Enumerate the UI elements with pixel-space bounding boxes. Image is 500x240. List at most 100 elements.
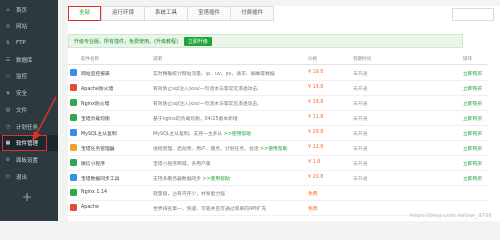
upgrade-button[interactable]: 立即升级 xyxy=(183,36,212,46)
tab-bt-plugins[interactable]: 宝塔插件 xyxy=(187,6,231,21)
plugin-price: ¥ 29.8 xyxy=(308,175,324,180)
buy-link[interactable]: 立即购买 xyxy=(463,160,482,167)
sidebar-item-label: 网站 xyxy=(16,24,28,30)
plugin-price: ¥ 12.8 xyxy=(308,145,324,150)
plugin-expire: 未开通 xyxy=(353,102,368,107)
sidebar-item-website[interactable]: ◎ 网站 xyxy=(0,18,58,34)
sidebar-item-label: 安全 xyxy=(16,91,28,97)
main-content: 全部 运行环境 系统工具 宝塔插件 付费插件 升级专业版，所有插件，免费使用。(… xyxy=(58,0,500,221)
watermark: https://blog.csdn.net/wr_3736 xyxy=(409,213,492,219)
plugin-desc: 实时精确统计网站流量、ip、uv、pv、请求、蜘蛛等数据 xyxy=(153,72,275,77)
sidebar-item-settings[interactable]: ⚙ 面板设置 xyxy=(0,152,58,168)
plugin-expire: 未开通 xyxy=(353,87,368,92)
buy-link[interactable]: 立即购买 xyxy=(463,85,482,92)
plugin-expire: 未开通 xyxy=(353,72,368,77)
sidebar-item-logout[interactable]: ⏻ 退出 xyxy=(0,169,58,185)
table-row: 宝塔数据同步工具 支持多服务器数据同步 >>使用帮助 ¥ 29.8 未开通 立即购买 xyxy=(68,171,488,186)
table-row: 网站监控报表 实时精确统计网站流量、ip、uv、pv、请求、蜘蛛等数据 ¥ 19.… xyxy=(68,66,488,81)
buy-link[interactable]: 立即购买 xyxy=(463,115,482,122)
plugin-name: 宝塔负载均衡 xyxy=(81,117,110,122)
plugin-expire: 未开通 xyxy=(353,162,368,167)
table-row: Nginx防火墙 有效防止sql注入/xss/一句话木马等常见渗透攻击, ¥ 19… xyxy=(68,96,488,111)
col-price: 价格 xyxy=(308,57,317,62)
plugin-icon xyxy=(70,189,77,196)
tab-runtime[interactable]: 运行环境 xyxy=(101,6,145,21)
plugin-price: ¥ 1.8 xyxy=(308,160,321,165)
plugin-desc: 世界排名第一，快速、可靠并且可通过简单的API扩充 xyxy=(153,207,267,212)
sidebar-item-database[interactable]: ☰ 数据库 xyxy=(0,52,58,68)
database-icon: ☰ xyxy=(5,57,11,63)
buy-link[interactable]: 立即购买 xyxy=(463,175,482,182)
buy-link[interactable]: 立即购买 xyxy=(463,145,482,152)
upgrade-text: 升级专业版，所有插件，免费使用。(升级教程) xyxy=(74,38,178,45)
sidebar-item-ftp[interactable]: ⇅ FTP xyxy=(0,35,58,51)
table-row: MySQL主从复制 MySQL主从复制，支持一主多从 >>使用帮助 ¥ 29.8 未开… xyxy=(68,126,488,141)
search-input[interactable] xyxy=(452,8,494,21)
plugin-desc: 宝塔小程序商城，多用户版 xyxy=(153,162,211,167)
table-row: 宝塔任务管理器 进程管理、启动项、用户、服务、计划任务、会话 >>使用帮助 ¥ 12… xyxy=(68,141,488,156)
sidebar-item-home[interactable]: ⌂ 首页 xyxy=(0,2,58,18)
gear-icon: ⚙ xyxy=(5,157,11,163)
buy-link[interactable]: 立即购买 xyxy=(463,130,482,137)
logout-icon: ⏻ xyxy=(6,174,10,180)
plugin-icon xyxy=(70,159,77,166)
plugin-price: 免费 xyxy=(308,192,318,197)
sidebar-item-monitor[interactable]: ▭ 监控 xyxy=(0,68,58,84)
sidebar-item-label: 面板设置 xyxy=(16,158,39,164)
plugin-desc: 支持多服务器数据同步 >>使用帮助 xyxy=(153,177,230,182)
plugin-name: Apache xyxy=(81,205,99,210)
folder-icon: ▤ xyxy=(5,107,11,113)
clock-icon: ◷ xyxy=(5,124,11,130)
plugin-desc: 基于nginx的负载均衡，04/25版本新增 xyxy=(153,117,238,122)
plugin-icon xyxy=(70,204,77,211)
table-row: 微信小程序 宝塔小程序商城，多用户版 ¥ 1.8 未开通 立即购买 xyxy=(68,156,488,171)
plugin-expire: 未开通 xyxy=(353,117,368,122)
col-name: 软件名称 xyxy=(81,57,99,62)
sidebar-item-label: FTP xyxy=(16,40,26,46)
plugin-desc: 有效防止sql注入/xss/一句话木马等常见渗透攻击, xyxy=(153,87,259,92)
col-expire: 到期时间 xyxy=(353,57,371,62)
sidebar-item-label: 首页 xyxy=(16,8,28,14)
plugin-desc: 轻量级，占有内存少，并发能力强 xyxy=(153,192,225,197)
plugin-icon xyxy=(70,114,77,121)
plugin-icon xyxy=(70,99,77,106)
plugin-desc: MySQL主从复制，支持一主多从 >>使用帮助 xyxy=(153,132,252,137)
plugin-icon xyxy=(70,144,77,151)
plugin-price: ¥ 29.8 xyxy=(308,130,324,135)
plugin-icon xyxy=(70,129,77,136)
globe-icon: ◎ xyxy=(5,23,11,29)
plugin-name: 微信小程序 xyxy=(81,162,105,167)
ftp-icon: ⇅ xyxy=(5,40,11,46)
sidebar-item-label: 退出 xyxy=(16,175,28,181)
buy-link[interactable]: 立即购买 xyxy=(463,70,482,77)
buy-link[interactable]: 立即购买 xyxy=(463,100,482,107)
plugin-expire: 未开通 xyxy=(353,132,368,137)
upgrade-banner: 升级专业版，所有插件，免费使用。(升级教程) 立即升级 xyxy=(68,34,463,48)
tab-system-tools[interactable]: 系统工具 xyxy=(144,6,188,21)
plugin-desc: 有效防止sql注入/xss/一句话木马等常见渗透攻击, xyxy=(153,102,259,107)
plugin-name: MySQL主从复制 xyxy=(81,132,117,137)
plugin-name: 网站监控报表 xyxy=(81,72,110,77)
tab-paid-plugins[interactable]: 付费插件 xyxy=(230,6,275,21)
plugin-name: 宝塔任务管理器 xyxy=(81,147,115,152)
plugin-icon xyxy=(70,84,77,91)
sidebar-item-label: 监控 xyxy=(16,74,28,80)
home-icon: ⌂ xyxy=(6,7,10,13)
plugin-price: ¥ 19.8 xyxy=(308,100,324,105)
table-row: 宝塔负载均衡 基于nginx的负载均衡，04/25版本新增 ¥ 11.8 未开通 立即… xyxy=(68,111,488,126)
plugin-price: ¥ 19.8 xyxy=(308,70,324,75)
help-link[interactable]: >>使用帮助 xyxy=(224,132,251,137)
help-link[interactable]: >>使用帮助 xyxy=(203,177,230,182)
tab-all[interactable]: 全部 xyxy=(68,6,102,21)
shield-icon: ◈ xyxy=(6,90,10,96)
table-row: Nginx 1.14 轻量级，占有内存少，并发能力强 免费 xyxy=(68,186,488,201)
col-op: 操作 xyxy=(463,57,472,62)
plugin-price: ¥ 19.8 xyxy=(308,85,324,90)
monitor-icon: ▭ xyxy=(5,73,11,79)
table-row: Apache防火墙 有效防止sql注入/xss/一句话木马等常见渗透攻击, ¥ 1… xyxy=(68,81,488,96)
plugin-desc: 进程管理、启动项、用户、服务、计划任务、会话 >>使用帮助 xyxy=(153,147,288,152)
help-link[interactable]: >>使用帮助 xyxy=(260,147,287,152)
plugin-name: 宝塔数据同步工具 xyxy=(81,177,120,182)
add-icon[interactable]: + xyxy=(22,190,32,204)
plugin-name: Nginx 1.14 xyxy=(81,190,108,195)
